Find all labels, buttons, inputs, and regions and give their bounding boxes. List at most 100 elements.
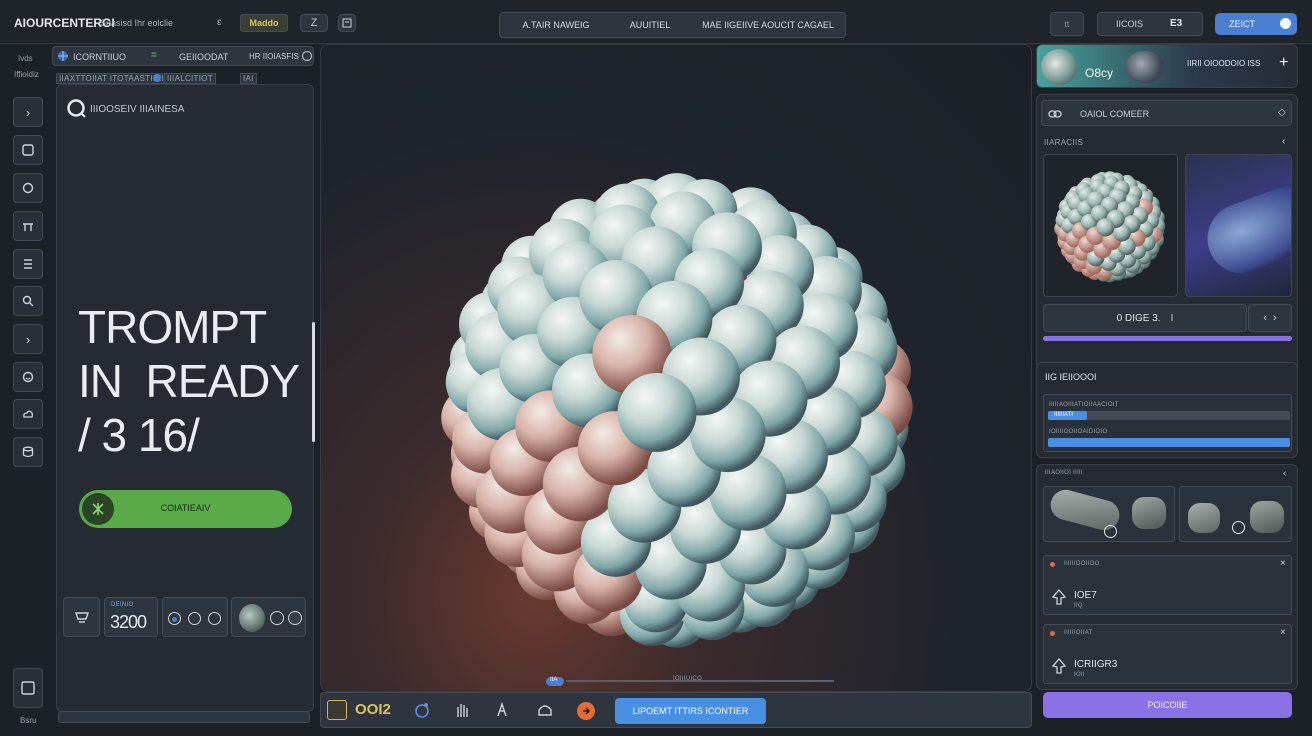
- tab-settings-icon[interactable]: [301, 50, 313, 62]
- params-title: IIG IEIIOOOI: [1045, 372, 1097, 382]
- rail-bottom-label: Bsru: [20, 716, 37, 725]
- viewport-canvas[interactable]: IIA IOIIIUICO: [320, 44, 1032, 692]
- preset-subtitle: IIRII OIOODOIO ISS: [1187, 59, 1261, 68]
- asset-2-badge-icon: [1232, 521, 1245, 534]
- stats-preview: [231, 597, 306, 637]
- stats-label: DEINIO: [111, 602, 134, 608]
- tab-secondary[interactable]: GEIIOODAT: [179, 52, 228, 62]
- timeline-handle[interactable]: IIA: [546, 677, 564, 686]
- account-toggle[interactable]: ZEICT: [1215, 13, 1297, 35]
- asset-2-label: ICRIIGR3: [1074, 659, 1118, 670]
- text-tool-icon[interactable]: [495, 702, 511, 718]
- model-select[interactable]: 0 DIGE 3. I: [1043, 304, 1247, 332]
- preset-header[interactable]: O8cy IIRII OIOODOIO ISS +: [1036, 44, 1298, 88]
- panel-scrollbar[interactable]: [312, 322, 315, 442]
- model-thumb-2[interactable]: [1185, 154, 1292, 297]
- preview-target-icon[interactable]: [288, 611, 302, 625]
- panel-icon: [21, 681, 35, 695]
- asset-1-sub: IIQ: [1074, 603, 1083, 609]
- model-thumb-1[interactable]: [1043, 154, 1178, 297]
- status-chip[interactable]: Maddo: [240, 14, 288, 32]
- toggle-knob: [1280, 18, 1291, 29]
- generate-button[interactable]: LIPOEMT ITTIRS ICONTIER: [615, 698, 766, 724]
- panel-search[interactable]: [66, 98, 88, 120]
- preset-title: O8cy: [1085, 66, 1114, 80]
- model-dropdown[interactable]: OAIOL COMEER ◇: [1041, 100, 1292, 126]
- rail-list-button[interactable]: [13, 249, 43, 279]
- model-pager: ‹ ›: [1248, 304, 1292, 332]
- layout-button[interactable]: tt: [1050, 12, 1084, 36]
- rail-expand-button[interactable]: ›: [13, 97, 43, 127]
- rail-refresh-button[interactable]: [13, 173, 43, 203]
- asset-item-2[interactable]: IIIIIIOIIAT × ICRIIGR3 IOII: [1043, 624, 1292, 684]
- preset-secondary-thumb: [1125, 51, 1165, 83]
- asset-item-1[interactable]: IIIIIIOOIIOO × IOE7 IIQ: [1043, 555, 1292, 615]
- subtab-3[interactable]: IAI: [240, 73, 257, 84]
- model-select-value: 0 DIGE 3.: [1116, 312, 1161, 324]
- rail-face-button[interactable]: [13, 362, 43, 392]
- preview-cycle-icon[interactable]: [270, 611, 284, 625]
- timeline-handle-label: IIA: [550, 677, 558, 683]
- control-power-icon[interactable]: [188, 612, 201, 625]
- subtab-2[interactable]: IIIALCITIOT: [164, 73, 216, 84]
- mode-tab-3[interactable]: MAE IIGEIIVE AOUCIT CAGAEL: [694, 13, 842, 37]
- left-tabs: ICORNTIIUO = GEIIOODAT HR IIOIASFIS: [52, 46, 314, 66]
- rail-cloud-button[interactable]: [13, 399, 43, 429]
- document-button[interactable]: [338, 14, 356, 32]
- tab-primary[interactable]: ICORNTIIUO: [73, 52, 126, 62]
- view-group: IICOIS E3: [1097, 12, 1203, 36]
- rail-bottom-button[interactable]: [13, 668, 43, 708]
- undo-icon[interactable]: [537, 703, 553, 717]
- param-1-track[interactable]: IIIIIIATI: [1048, 411, 1290, 420]
- chevron-right-icon: ›: [25, 331, 31, 347]
- asset-2-close-icon[interactable]: ×: [1280, 627, 1286, 638]
- pawn-icon: [1050, 657, 1068, 675]
- rail-database-button[interactable]: [13, 437, 43, 467]
- stats-value: 3200: [110, 612, 147, 632]
- control-settings-icon[interactable]: [208, 612, 221, 625]
- orbit-icon[interactable]: [413, 701, 431, 719]
- view-toggle-right[interactable]: E3: [1170, 18, 1182, 29]
- next-model-icon[interactable]: ›: [1273, 312, 1277, 324]
- hand-icon[interactable]: [455, 702, 469, 718]
- bridge-icon: [23, 223, 33, 231]
- asset-thumb-1[interactable]: [1043, 486, 1175, 542]
- control-drop-icon[interactable]: [168, 612, 181, 625]
- collapse-assets-icon[interactable]: ‹: [1283, 468, 1286, 479]
- mode-tab-2[interactable]: AUUITIEL: [610, 13, 690, 37]
- play-icon[interactable]: [577, 702, 595, 720]
- hero-line-3: / 3 16/: [78, 409, 200, 461]
- blob-thumbnail[interactable]: [239, 604, 265, 632]
- asset-1-tag: IIIIIIOOIIOO: [1064, 561, 1100, 567]
- database-icon: [22, 446, 34, 458]
- collapse-models-icon[interactable]: ‹: [1282, 136, 1285, 147]
- param-2-track[interactable]: [1048, 438, 1290, 447]
- shield-icon: [74, 612, 89, 623]
- asset-thumb-2[interactable]: [1179, 486, 1292, 542]
- stats-shield-button[interactable]: [63, 597, 100, 637]
- frame-icon[interactable]: [327, 700, 347, 720]
- hero-line-1: TROMPT: [78, 301, 267, 353]
- asset-1-badge-icon: [1104, 525, 1117, 538]
- z-button[interactable]: Z: [300, 14, 328, 32]
- confirm-button[interactable]: COIATIEAIV: [79, 490, 292, 528]
- mini-sphere-render: [1054, 171, 1166, 283]
- rail-search-button[interactable]: [13, 286, 43, 316]
- left-subtabs: IIAXTTOIIAT ITOTAASTINIIIBOIDI IIIALCITI…: [52, 72, 314, 84]
- sphere-ball: [617, 372, 697, 452]
- asset-2-sub: IOII: [1074, 672, 1085, 678]
- view-toggle-left[interactable]: IICOIS: [1116, 19, 1143, 29]
- rail-next-button[interactable]: ›: [13, 324, 43, 354]
- add-icon[interactable]: +: [1279, 54, 1288, 72]
- mode-tab-1[interactable]: A.TAIR NAWEIG: [506, 13, 606, 37]
- submit-button[interactable]: POICOIIE: [1043, 692, 1292, 718]
- tab-tertiary[interactable]: HR IIOIASFIS: [249, 52, 299, 61]
- rail-bridge-button[interactable]: [13, 211, 43, 241]
- hero-line-2: IN READY: [78, 355, 300, 407]
- left-bottom-scroll[interactable]: [58, 711, 310, 723]
- asset-1-close-icon[interactable]: ×: [1280, 558, 1286, 569]
- prev-model-icon[interactable]: ‹: [1263, 312, 1267, 324]
- toolbar-tag[interactable]: OOI2: [355, 701, 391, 718]
- rail-shape-button[interactable]: [13, 135, 43, 165]
- link-icon: [1048, 108, 1062, 120]
